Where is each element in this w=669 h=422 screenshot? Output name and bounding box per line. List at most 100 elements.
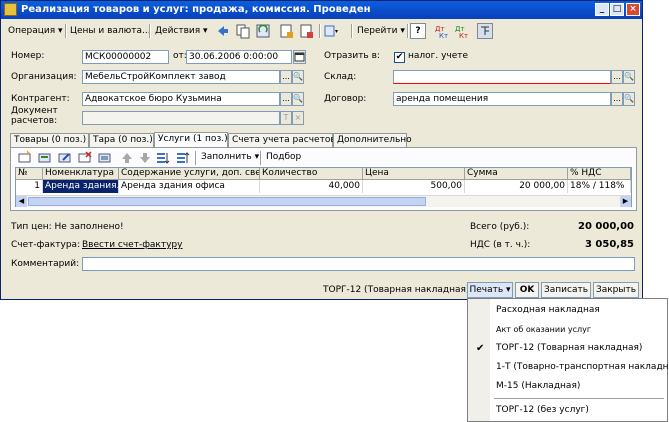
menu-item-services-act[interactable]: Акт об оказании услуг (468, 320, 667, 339)
type-select-button[interactable]: T (280, 111, 292, 125)
tab-goods[interactable]: Товары (0 поз.) (10, 133, 89, 147)
contract-field[interactable]: аренда помещения (393, 92, 611, 106)
counterparty-select-button[interactable]: ... (280, 92, 292, 106)
print-form-name: ТОРГ-12 (Товарная накладная) (323, 285, 470, 295)
cell-number: 1 (16, 180, 43, 193)
reflect-label: Отразить в: (324, 51, 380, 61)
comment-field[interactable] (82, 257, 635, 271)
contract-search-icon[interactable]: 🔍 (623, 92, 635, 106)
edit-row-icon[interactable] (57, 150, 73, 166)
unpost-document-icon[interactable] (299, 23, 315, 39)
organization-search-icon[interactable]: 🔍 (292, 70, 304, 84)
close-window-button[interactable]: Закрыть (593, 282, 639, 298)
col-header-price[interactable]: Цена (363, 168, 465, 180)
actions-menu[interactable]: Действия ▾ (152, 22, 211, 40)
contract-select-button[interactable]: ... (611, 92, 623, 106)
document-icon (4, 3, 17, 16)
svg-text:Кт: Кт (439, 32, 448, 39)
end-edit-icon[interactable] (97, 150, 113, 166)
toolbar-separator (407, 24, 409, 38)
services-table[interactable]: № Номенклатура Содержание услуги, доп. с… (15, 167, 632, 207)
svg-text:Кт: Кт (459, 32, 468, 39)
save-button[interactable]: Записать (541, 282, 591, 298)
vat-label: НДС (в т. ч.): (470, 240, 531, 250)
scroll-right-icon[interactable]: ▶ (620, 196, 631, 207)
tax-accounting-checkbox[interactable]: ✔ (394, 52, 405, 63)
tab-services[interactable]: Услуги (1 поз.) (154, 132, 228, 148)
tab-settlement-accounts[interactable]: Счета учета расчетов (228, 133, 336, 147)
col-header-item[interactable]: Номенклатура (43, 168, 119, 180)
price-type-label: Тип цен: Не заполнено! (11, 222, 124, 232)
cell-quantity[interactable]: 40,000 (260, 180, 363, 193)
invoice-link[interactable]: Ввести счет-фактуру (82, 238, 182, 252)
warehouse-field[interactable] (393, 70, 611, 84)
vat-value: 3 050,85 (584, 239, 634, 250)
cell-item[interactable]: Аренда здания... (43, 180, 119, 193)
scroll-thumb[interactable] (28, 197, 426, 206)
fill-menu[interactable]: Заполнить ▾ (198, 149, 262, 165)
col-header-content[interactable]: Содержание услуги, доп. свед... (119, 168, 260, 180)
col-header-number[interactable]: № (16, 168, 43, 180)
goto-menu[interactable]: Перейти ▾ (354, 22, 408, 40)
add-row-icon[interactable] (17, 150, 33, 166)
toolbar-separator (149, 24, 151, 38)
sort-asc-icon[interactable] (155, 150, 171, 166)
date-from-label: от: (173, 51, 187, 61)
calendar-icon[interactable] (293, 50, 306, 64)
counterparty-field[interactable]: Адвокатское бюро Кузьмина (82, 92, 280, 106)
prices-currency-button[interactable]: Цены и валюта... (67, 22, 154, 40)
selection-button[interactable]: Подбор (263, 149, 304, 165)
maximize-button[interactable]: □ (610, 3, 624, 16)
copy-row-icon[interactable] (37, 150, 53, 166)
copy-icon[interactable] (235, 23, 251, 39)
tab-additional[interactable]: Дополнительно (333, 133, 412, 147)
clear-icon[interactable]: × (292, 111, 304, 125)
ok-button[interactable]: OK (515, 282, 539, 298)
horizontal-scrollbar[interactable]: ◀ ▶ (16, 195, 631, 207)
warehouse-search-icon[interactable]: 🔍 (623, 70, 635, 84)
menu-item-torg12[interactable]: ✔ ТОРГ-12 (Товарная накладная) (468, 339, 667, 358)
document-structure-icon[interactable] (477, 23, 493, 39)
date-field[interactable]: 30.06.2006 0:00:00 (186, 50, 292, 64)
col-header-vat[interactable]: % НДС (568, 168, 631, 180)
counterparty-search-icon[interactable]: 🔍 (292, 92, 304, 106)
organization-select-button[interactable]: ... (280, 70, 292, 84)
cell-price[interactable]: 500,00 (363, 180, 465, 193)
delete-row-icon[interactable] (77, 150, 93, 166)
refresh-icon[interactable] (255, 23, 271, 39)
number-label: Номер: (11, 51, 45, 61)
scroll-left-icon[interactable]: ◀ (16, 196, 27, 207)
cell-vat[interactable]: 18% / 118% (568, 180, 631, 193)
move-down-icon[interactable] (137, 150, 153, 166)
total-value: 20 000,00 (578, 221, 634, 232)
operation-menu[interactable]: Операция ▾ (5, 22, 66, 40)
warehouse-label: Склад: (324, 72, 357, 82)
cell-content[interactable]: Аренда здания офиса (119, 180, 260, 193)
sort-desc-icon[interactable] (175, 150, 191, 166)
cell-sum[interactable]: 20 000,00 (465, 180, 568, 193)
title-bar[interactable]: Реализация товаров и услуг: продажа, ком… (1, 1, 642, 19)
payment-doc-field[interactable] (82, 111, 280, 125)
debit-credit-report-icon[interactable]: Дт Кт (453, 23, 469, 40)
post-document-icon[interactable] (279, 23, 295, 39)
minimize-button[interactable]: _ (595, 3, 609, 16)
menu-item-torg12-no-services[interactable]: ТОРГ-12 (без услуг) (468, 401, 667, 420)
print-button[interactable]: Печать ▾ (467, 282, 513, 298)
menu-item-sales-invoice[interactable]: Расходная накладная (468, 301, 667, 320)
structure-icon[interactable] (323, 23, 339, 39)
toolbar-separator (351, 24, 353, 38)
close-button[interactable]: × (626, 3, 640, 16)
tab-packaging[interactable]: Тара (0 поз.) (89, 133, 154, 147)
move-up-icon[interactable] (119, 150, 135, 166)
number-field[interactable]: МСК00000002 (82, 50, 169, 64)
debit-credit-icon[interactable]: Дт Кт (433, 23, 449, 40)
organization-field[interactable]: МебельСтройКомплект завод (82, 70, 280, 84)
back-arrow-icon[interactable] (215, 23, 231, 39)
menu-item-1t[interactable]: 1-Т (Товарно-транспортная накладная) (468, 358, 669, 377)
col-header-quantity[interactable]: Количество (260, 168, 363, 180)
warehouse-select-button[interactable]: ... (611, 70, 623, 84)
help-icon[interactable]: ? (410, 23, 426, 39)
menu-item-m15[interactable]: М-15 (Накладная) (468, 377, 667, 396)
menu-separator (494, 398, 664, 399)
col-header-sum[interactable]: Сумма (465, 168, 568, 180)
